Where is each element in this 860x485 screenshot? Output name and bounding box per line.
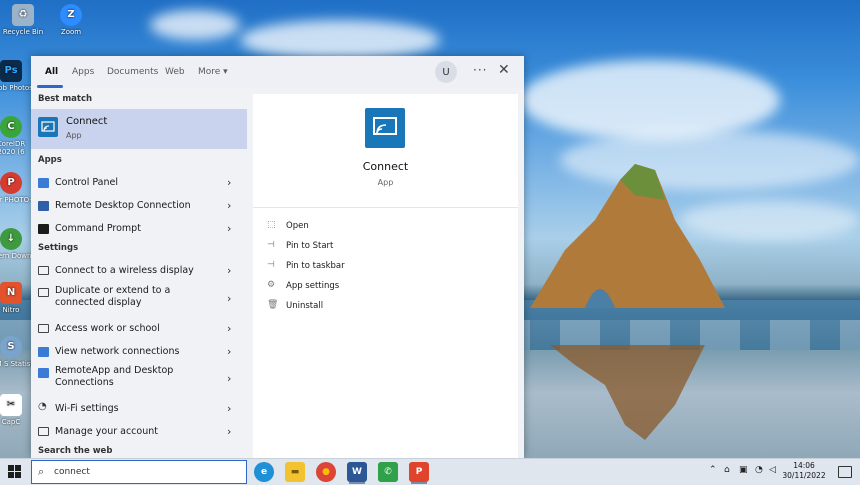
best-match-connect[interactable]: Connect App [31,109,247,149]
download-icon: ↓ [0,228,22,250]
taskbar: ⌕ e ▬ ● W ✆ P ⌃ ⌂ ▣ ◔ ◁ 14:06 30/11/2022 [0,458,860,485]
open-icon: ⬚ [267,220,276,230]
network-icon [38,347,49,357]
close-icon[interactable]: ✕ [498,62,510,78]
photoshop-icon: Ps [0,60,22,82]
result-wifi-settings[interactable]: ◔ Wi-Fi settings › [31,398,247,420]
rock-reflection [550,345,705,440]
connect-app-icon [38,117,58,137]
account-icon [38,427,49,436]
taskbar-clock[interactable]: 14:06 30/11/2022 [780,461,828,481]
desktop-icon-zoom[interactable]: Z Zoom [48,4,94,36]
best-match-heading: Best match [38,94,93,104]
connect-large-icon [365,108,405,148]
taskbar-file-explorer[interactable]: ▬ [285,462,305,482]
wifi-icon: ◔ [38,401,47,412]
tab-web[interactable]: Web [165,67,185,77]
desktop-icon-nitro[interactable]: N Nitro [0,282,34,314]
desktop-icon-internet-download[interactable]: ↓ Intern Downl [0,228,34,260]
tray-chevron-icon[interactable]: ⌃ [709,465,717,475]
result-duplicate-extend[interactable]: Duplicate or extend to a connected displ… [31,284,247,314]
chevron-right-icon: › [227,176,232,189]
result-access-work[interactable]: Access work or school › [31,318,247,340]
gear-icon: ⚙ [267,280,276,290]
taskbar-edge[interactable]: e [254,462,274,482]
notification-icon[interactable] [838,466,852,478]
search-results-list: Best match Connect App Apps Control Pane… [31,88,247,458]
chevron-right-icon: › [227,425,232,438]
recycle-bin-icon: ♻ [12,4,34,26]
result-manage-account[interactable]: Manage your account › [31,421,247,443]
desktop-icon-capcut[interactable]: ✂ CapC [0,394,34,426]
tray-volume-icon[interactable]: ◁ [769,465,776,475]
preview-pane: Connect App ⬚ Open ⊣ Pin to Start ⊣ Pin … [253,94,518,458]
chevron-right-icon: › [227,402,232,415]
start-button[interactable] [8,465,22,479]
corel-photo-icon: P [0,172,22,194]
tab-all[interactable]: All [45,67,58,77]
spss-icon: S [0,336,22,358]
desktop-icon-ibm-spss[interactable]: S IBM S Statist [0,336,34,368]
result-remoteapp[interactable]: RemoteApp and Desktop Connections › [31,364,247,394]
chevron-right-icon: › [227,322,232,335]
control-panel-icon [38,178,49,188]
apps-heading: Apps [38,155,62,165]
tab-documents[interactable]: Documents [107,67,158,77]
taskbar-chrome[interactable]: ● [316,462,336,482]
result-remote-desktop[interactable]: Remote Desktop Connection › [31,195,247,217]
command-prompt-icon [38,224,49,234]
taskbar-phone-link[interactable]: ✆ [378,462,398,482]
chevron-right-icon: › [227,264,232,277]
remote-desktop-icon [38,201,49,211]
search-web-heading: Search the web [38,446,113,456]
display-icon [38,266,49,275]
tab-more[interactable]: More ▾ [198,67,228,77]
tray-camera-icon[interactable]: ▣ [739,465,748,475]
taskbar-search-box[interactable]: ⌕ [31,460,247,484]
taskbar-photo-app[interactable]: P [409,462,429,482]
desktop-wallpaper: ♻ Recycle Bin Z Zoom Ps Adob Photos C Co… [0,0,860,458]
desktop-icon-recycle-bin[interactable]: ♻ Recycle Bin [0,4,46,36]
rock-arch [530,164,725,308]
search-panel: All Apps Documents Web More ▾ U ··· ✕ Be… [31,56,524,458]
nitro-icon: N [0,282,22,304]
chevron-right-icon: › [227,372,232,385]
tab-apps[interactable]: Apps [72,67,94,77]
zoom-icon: Z [60,4,82,26]
user-avatar[interactable]: U [435,61,457,83]
tray-network-icon[interactable]: ⌂ [724,465,730,475]
capcut-icon: ✂ [0,394,22,416]
search-input[interactable] [54,464,239,479]
remoteapp-icon [38,368,49,378]
desktop-icon-coreldraw[interactable]: C CorelDR 2020 (6 [0,116,34,156]
chevron-right-icon: › [227,222,232,235]
chevron-right-icon: › [227,345,232,358]
display-icon [38,288,49,297]
chevron-right-icon: › [227,292,232,305]
coreldraw-icon: C [0,116,22,138]
chevron-right-icon: › [227,199,232,212]
result-control-panel[interactable]: Control Panel › [31,172,247,194]
trash-icon: 🗑 [267,300,279,310]
pin-icon: ⊣ [267,240,275,250]
search-tabs-bar: All Apps Documents Web More ▾ U ··· ✕ [31,56,524,88]
pin-icon: ⊣ [267,260,275,270]
desktop-icon-corel-photo[interactable]: P Cor PHOTO- [0,172,34,204]
desktop-icon-photoshop[interactable]: Ps Adob Photos [0,60,34,92]
preview-app-type: App [377,178,394,187]
taskbar-word[interactable]: W [347,462,367,482]
briefcase-icon [38,324,49,333]
result-network-connections[interactable]: View network connections › [31,341,247,363]
settings-heading: Settings [38,243,79,253]
tray-wifi-icon[interactable]: ◔ [755,465,763,475]
search-icon: ⌕ [38,465,45,478]
result-wireless-display[interactable]: Connect to a wireless display › [31,260,247,282]
result-command-prompt[interactable]: Command Prompt › [31,218,247,240]
more-options-icon[interactable]: ··· [473,63,487,77]
preview-app-name: Connect [362,160,409,173]
windows-logo-icon [8,465,14,471]
